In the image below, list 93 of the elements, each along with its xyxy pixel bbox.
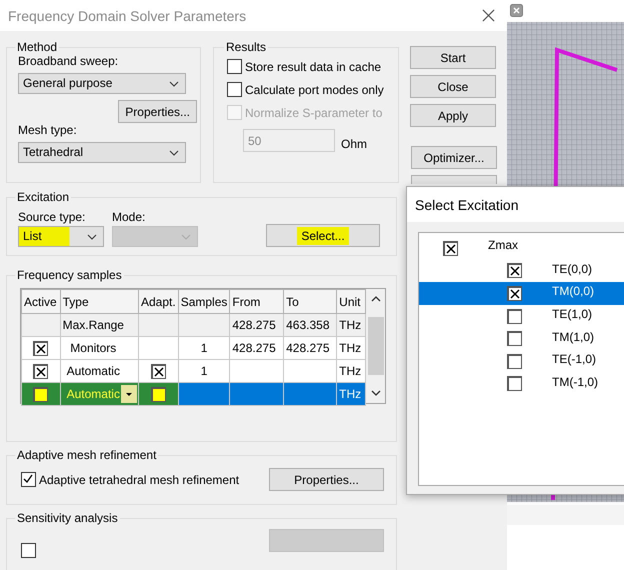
list-item[interactable]: TE(0,0) [419,260,624,282]
properties-button[interactable]: Properties... [118,100,197,123]
sweep-dropdown[interactable]: General purpose [18,73,186,94]
list-item[interactable]: Zmax [419,237,624,260]
column-header: To [284,290,337,314]
field-label: Broadband sweep: [18,54,120,68]
column-header: Samples [178,290,230,314]
checkbox[interactable] [507,308,522,324]
checkbox[interactable] [150,364,166,379]
checkbox[interactable] [507,331,522,346]
checkbox[interactable] [507,376,522,392]
column-header: Unit [336,290,366,314]
field-label: Source type: [18,210,86,224]
checkbox-label: Calculate port modes only [245,82,384,96]
checkbox[interactable] [150,386,166,402]
table-cell: 428.275 [230,336,284,360]
table-cell: 463.358 [284,314,337,336]
unit-label: Ohm [341,136,368,150]
table-cell: Max.Range [60,314,138,336]
group-title: Method [16,40,58,54]
checkbox[interactable] [33,340,48,356]
checkbox-label: Normalize S-parameter to [245,106,382,120]
table-cell [284,382,337,406]
table-cell [138,314,178,336]
table-cell: 1 [178,360,230,382]
checkbox[interactable] [443,240,458,256]
table-cell: 1 [178,336,230,360]
dialog-button[interactable]: Close [410,75,496,98]
close-icon[interactable] [482,9,495,22]
table-cell: Automatic [60,360,138,382]
column-header: Adapt. [138,290,178,314]
dialog-button[interactable]: Apply [410,104,496,127]
chevron-down-icon [87,234,97,240]
column-header: From [230,290,284,314]
mode-label: TE(1,0) [552,307,592,322]
window-title: Select Excitation [415,196,518,212]
checkbox-label: Store result data in cache [245,60,382,74]
checkbox[interactable] [507,354,522,369]
checkbox[interactable] [507,263,522,278]
chevron-down-icon [181,234,191,240]
mesh-type-dropdown[interactable]: Tetrahedral [18,142,186,163]
table-cell: Monitors [60,336,138,360]
checkbox[interactable] [21,543,36,558]
table-cell: THz [336,314,366,336]
list-item[interactable]: TE(1,0) [419,304,624,328]
list-item[interactable]: TM(0,0) [419,282,624,305]
select-button[interactable]: Select... [266,224,380,247]
group-title: Excitation [16,190,70,204]
chevron-down-icon [169,150,179,156]
table-cell: THz [336,360,366,382]
table-cell: THz [336,382,366,406]
checkbox[interactable] [227,82,242,97]
source-type-dropdown[interactable]: List [18,226,104,247]
checkbox[interactable] [33,386,48,402]
mode-label: TM(1,0) [552,330,594,344]
table-cell [178,314,230,336]
scroll-down-icon[interactable] [370,390,381,396]
mode-label: TM(0,0) [552,284,594,298]
group-title: Results [225,40,268,54]
group-title: Adaptive mesh refinement [16,448,158,462]
mode-label: TM(-1,0) [552,374,598,389]
scrollbar[interactable] [366,289,385,403]
checkbox[interactable] [21,472,36,487]
table-cell: 428.275 [284,336,337,360]
dialog-button[interactable]: Optimizer... [411,146,497,169]
checkbox[interactable] [227,59,242,74]
table-cell [284,360,337,382]
chevron-down-icon [169,81,179,87]
checkbox[interactable] [507,286,522,301]
checkbox-label: Adaptive tetrahedral mesh refinement [39,472,240,486]
list-item[interactable]: TE(-1,0) [419,350,624,373]
column-header: Type [60,290,138,314]
table-cell: Automatic [60,382,138,406]
properties-button[interactable]: Properties... [269,468,384,491]
mode-label: TE(-1,0) [552,352,596,366]
table-cell [230,360,284,382]
mode-label: TE(0,0) [552,262,592,276]
column-header: Active [22,290,60,314]
close-icon[interactable] [510,4,523,17]
port-label: Zmax [488,238,518,252]
scroll-up-icon[interactable] [370,296,381,302]
checkbox[interactable] [33,364,48,379]
group-title: Frequency samples [16,268,123,282]
group-title: Sensitivity analysis [16,511,119,525]
field-label: Mesh type: [18,123,78,137]
dialog-button[interactable]: Start [410,46,496,69]
field-label: Mode: [112,210,146,224]
table-cell: 428.275 [230,314,284,336]
table-cell: THz [336,336,366,360]
list-item[interactable]: TM(1,0) [419,327,624,350]
list-item[interactable]: TM(-1,0) [419,372,624,396]
window-title: Frequency Domain Solver Parameters [8,8,246,24]
table-cell [230,382,284,406]
